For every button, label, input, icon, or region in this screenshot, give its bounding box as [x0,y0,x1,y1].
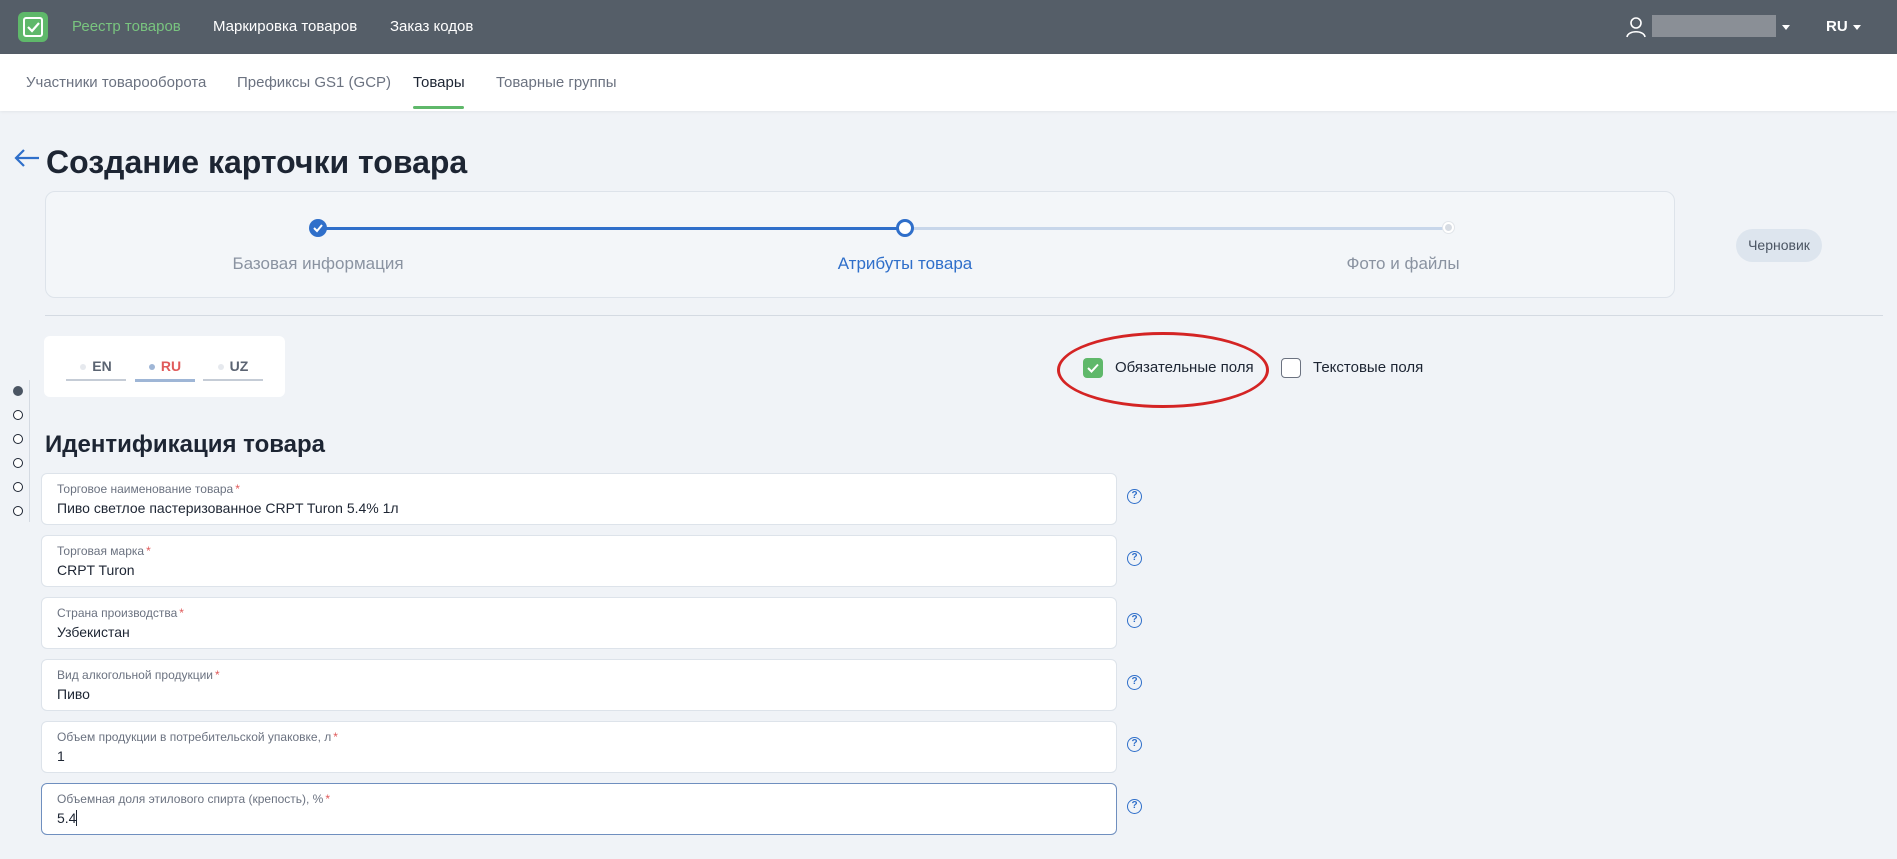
lang-tab-label: EN [92,358,112,374]
required-marker: * [215,668,220,682]
section-title: Идентификация товара [45,431,326,458]
stepper-line-completed [317,227,905,230]
help-icon[interactable]: ? [1127,551,1142,566]
page-title: Создание карточки товара [46,144,468,180]
user-name-redacted[interactable] [1652,15,1776,37]
help-icon[interactable]: ? [1127,737,1142,752]
highlight-ellipse [1057,332,1269,408]
user-icon[interactable] [1626,16,1646,43]
field-label: Торговая марка * [57,544,151,558]
section-nav-rail [8,380,30,522]
field-label: Объем продукции в потребительской упаков… [57,730,338,744]
step-completed-check-icon[interactable] [309,219,327,237]
field-label-text: Объем продукции в потребительской упаков… [57,730,332,744]
required-marker: * [235,482,240,496]
chevron-down-icon[interactable] [1782,25,1790,30]
field-value-text: 5.4 [57,810,77,826]
section-nav-dot[interactable] [13,458,23,468]
lang-dot [80,364,87,371]
step-pending-dot[interactable] [1443,222,1454,233]
nav-product-marking[interactable]: Маркировка товаров [213,18,357,35]
step-current-dot[interactable] [896,219,914,237]
tab-products[interactable]: Товары [413,74,465,91]
tab-product-groups[interactable]: Товарные группы [496,74,617,91]
lang-dot [217,364,224,371]
tab-participants[interactable]: Участники товарооборота [26,74,206,91]
field-value: 5.4 [57,810,78,826]
lang-dot [148,364,155,371]
progress-stepper: Базовая информация Атрибуты товара Фото … [45,191,1675,298]
status-badge: Черновик [1736,229,1822,262]
alcohol-type-field[interactable]: Вид алкогольной продукции * Пиво [41,659,1117,711]
lang-tab-ru[interactable]: RU [135,358,195,376]
field-label-text: Вид алкогольной продукции [57,668,214,682]
logo-icon[interactable] [18,12,48,42]
help-icon[interactable]: ? [1127,613,1142,628]
lang-tab-uz[interactable]: UZ [203,358,263,376]
lang-tab-label: RU [160,358,182,374]
lang-tab-underline-active [135,379,195,382]
text-cursor [76,810,78,826]
nav-code-orders[interactable]: Заказ кодов [390,18,473,35]
field-value: Узбекистан [57,624,130,640]
top-bar: Реестр товаров Маркировка товаров Заказ … [0,0,1897,54]
field-value: CRPT Turon [57,562,135,578]
step-product-attributes[interactable]: Атрибуты товара [838,254,973,274]
section-nav-dot[interactable] [13,506,23,516]
nav-product-registry[interactable]: Реестр товаров [72,18,181,35]
brand-field[interactable]: Торговая марка * CRPT Turon [41,535,1117,587]
required-marker: * [333,730,338,744]
language-selector[interactable]: RU [1826,18,1848,35]
chevron-down-icon[interactable] [1853,25,1861,30]
lang-tab-underline [66,379,126,381]
field-label-text: Объемная доля этилового спирта (крепость… [57,792,324,806]
step-photos-files[interactable]: Фото и файлы [1346,254,1459,274]
section-nav-dot[interactable] [13,386,23,396]
text-fields-checkbox[interactable] [1281,358,1301,378]
tab-gs1-prefixes[interactable]: Префиксы GS1 (GCP) [237,74,391,91]
volume-field[interactable]: Объем продукции в потребительской упаков… [41,721,1117,773]
active-tab-indicator [413,106,464,109]
field-label: Вид алкогольной продукции * [57,668,220,682]
section-nav-dot[interactable] [13,482,23,492]
text-fields-label[interactable]: Текстовые поля [1313,359,1423,376]
required-marker: * [146,544,151,558]
stepper-line-pending [905,227,1449,230]
field-label-text: Страна производства [57,606,178,620]
alcohol-strength-field[interactable]: Объемная доля этилового спирта (крепость… [41,783,1117,835]
help-icon[interactable]: ? [1127,489,1142,504]
lang-tab-en[interactable]: EN [66,358,126,376]
step-basic-info[interactable]: Базовая информация [232,254,403,274]
field-label-text: Торговое наименование товара [57,482,234,496]
language-tabs: EN RU UZ [44,336,285,397]
lang-tab-underline [203,379,263,381]
help-icon[interactable]: ? [1127,799,1142,814]
required-marker: * [179,606,184,620]
lang-tab-label: UZ [229,358,249,374]
field-value: Пиво [57,686,90,702]
field-label: Страна производства * [57,606,184,620]
section-nav-dot[interactable] [13,410,23,420]
field-label: Торговое наименование товара * [57,482,240,496]
country-field[interactable]: Страна производства * Узбекистан [41,597,1117,649]
field-label-text: Торговая марка [57,544,145,558]
sub-navigation: Участники товарооборота Префиксы GS1 (GC… [0,54,1897,111]
back-arrow-icon[interactable] [13,148,41,173]
required-marker: * [325,792,331,806]
field-value: 1 [57,748,65,764]
divider [45,315,1883,316]
field-value: Пиво светлое пастеризованное CRPT Turon … [57,500,399,516]
help-icon[interactable]: ? [1127,675,1142,690]
trade-name-field[interactable]: Торговое наименование товара * Пиво светл… [41,473,1117,525]
section-nav-dot[interactable] [13,434,23,444]
field-label: Объемная доля этилового спирта (крепость… [57,792,330,806]
